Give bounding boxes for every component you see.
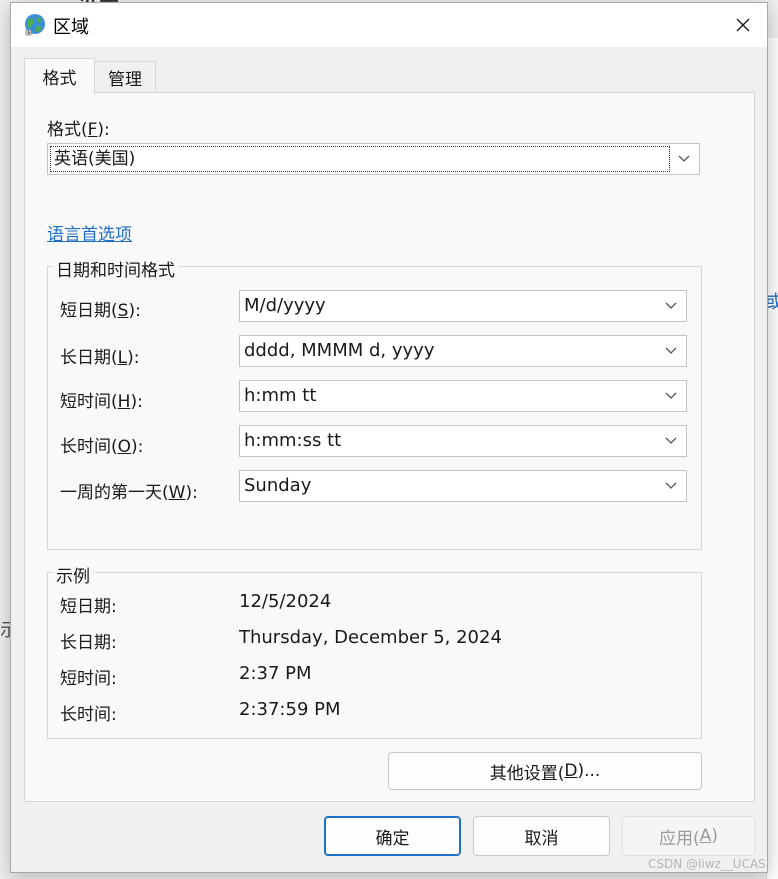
chevron-down-icon: [665, 392, 677, 399]
example-long-time-label: 长时间:: [60, 705, 117, 725]
chevron-down-icon: [665, 482, 677, 489]
long-date-label: 长日期(L):: [60, 343, 140, 368]
short-time-label-text: 短时间(: [60, 392, 118, 412]
short-date-label-text: 短日期(: [60, 301, 118, 321]
cancel-button[interactable]: 取消: [473, 816, 610, 856]
example-short-time-value: 2:37 PM: [239, 663, 312, 684]
first-day-label-end: ):: [185, 483, 198, 503]
example-long-time-value: 2:37:59 PM: [239, 699, 341, 720]
long-time-dropdown[interactable]: h:mm:ss tt: [239, 425, 687, 457]
long-time-label-text: 长时间(: [60, 437, 118, 457]
globe-icon: [23, 12, 47, 36]
region-dialog: 区域 格式 管理 格式(F): 英语(美国) 语言首选项 日期和时间格式 短日期…: [10, 2, 768, 873]
examples-group: [47, 572, 702, 739]
example-short-date-value: 12/5/2024: [239, 591, 332, 612]
first-day-of-week-label: 一周的第一天(W):: [60, 478, 198, 503]
long-time-label-key: O: [117, 437, 132, 457]
other-settings-button[interactable]: 其他设置(D)...: [388, 752, 702, 790]
ok-button[interactable]: 确定: [324, 816, 461, 856]
long-date-value: dddd, MMMM d, yyyy: [244, 340, 435, 361]
language-preferences-link[interactable]: 语言首选项: [47, 220, 132, 245]
tab-administrative[interactable]: 管理: [94, 61, 156, 93]
long-time-label: 长时间(O):: [60, 432, 143, 457]
short-time-label-end: ):: [130, 392, 143, 412]
first-day-value: Sunday: [244, 475, 312, 496]
other-settings-label: 其他设置(: [489, 763, 565, 784]
dialog-title: 区域: [53, 17, 89, 38]
watermark: CSDN @liwz__UCAS: [648, 857, 766, 871]
other-settings-end: )...: [577, 761, 601, 781]
short-time-label: 短时间(H):: [60, 387, 143, 412]
long-date-label-key: L: [117, 348, 128, 368]
short-date-label: 短日期(S):: [60, 296, 141, 321]
long-time-label-end: ):: [131, 437, 144, 457]
short-time-dropdown[interactable]: h:mm tt: [239, 380, 687, 412]
tab-formats[interactable]: 格式: [24, 58, 95, 94]
format-label: 格式(F):: [47, 115, 110, 140]
example-long-date-label: 长日期:: [60, 633, 117, 653]
examples-group-title: 示例: [53, 562, 93, 587]
title-bar[interactable]: 区域: [11, 3, 767, 47]
example-short-date-label: 短日期:: [60, 597, 117, 617]
short-time-label-key: H: [117, 392, 131, 412]
apply-end: ): [711, 826, 718, 846]
datetime-group-title: 日期和时间格式: [53, 256, 178, 281]
chevron-down-icon: [665, 302, 677, 309]
short-date-dropdown[interactable]: M/d/yyyy: [239, 290, 687, 322]
apply-label: 应用(: [659, 828, 700, 849]
example-short-time-label: 短时间:: [60, 669, 117, 689]
long-time-value: h:mm:ss tt: [244, 430, 342, 451]
format-label-key: F: [87, 120, 98, 140]
first-day-label-text: 一周的第一天(: [60, 483, 169, 503]
apply-key: A: [699, 826, 712, 846]
format-label-end: ):: [97, 120, 110, 140]
long-date-label-text: 长日期(: [60, 348, 118, 368]
chevron-down-icon: [665, 347, 677, 354]
format-label-text: 格式(: [47, 120, 88, 140]
long-date-label-end: ):: [127, 348, 140, 368]
other-settings-key: D: [564, 761, 578, 781]
short-date-label-end: ):: [128, 301, 141, 321]
chevron-down-icon: [678, 155, 690, 162]
example-long-date-value: Thursday, December 5, 2024: [239, 627, 502, 648]
apply-button[interactable]: 应用(A): [622, 816, 755, 856]
short-time-value: h:mm tt: [244, 385, 317, 406]
close-icon: [736, 18, 750, 32]
first-day-label-key: W: [168, 483, 186, 503]
chevron-down-icon: [665, 437, 677, 444]
close-button[interactable]: [727, 11, 759, 39]
format-dropdown-value: 英语(美国): [50, 146, 670, 172]
first-day-of-week-dropdown[interactable]: Sunday: [239, 470, 687, 502]
short-date-label-key: S: [117, 301, 129, 321]
short-date-value: M/d/yyyy: [244, 295, 326, 316]
long-date-dropdown[interactable]: dddd, MMMM d, yyyy: [239, 335, 687, 367]
format-dropdown[interactable]: 英语(美国): [47, 143, 700, 175]
